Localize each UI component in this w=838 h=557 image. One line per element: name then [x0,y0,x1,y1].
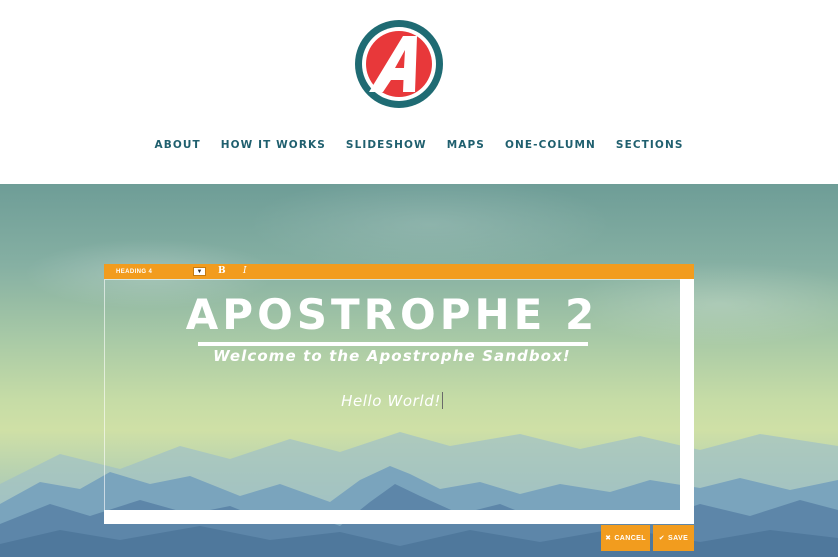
editor-toolbar: HEADING 4 ▼ B I [104,264,694,279]
page-title[interactable]: APOSTROPHE 2 [104,290,680,339]
save-label: SAVE [668,534,689,542]
main-nav: ABOUT HOW IT WORKS SLIDESHOW MAPS ONE-CO… [0,136,838,154]
nav-sections[interactable]: SECTIONS [616,136,684,154]
body-text: Hello World! [341,392,441,410]
nav-one-column[interactable]: ONE-COLUMN [505,136,596,154]
nav-maps[interactable]: MAPS [447,136,485,154]
x-icon: ✖ [605,535,612,542]
title-underline [198,342,588,346]
cancel-button[interactable]: ✖ CANCEL [601,525,650,551]
cancel-label: CANCEL [614,534,646,542]
apostrophe-logo[interactable] [353,18,445,110]
page-subtitle[interactable]: Welcome to the Apostrophe Sandbox! [104,347,680,365]
editor-frame-right [680,279,694,524]
nav-slideshow[interactable]: SLIDESHOW [346,136,427,154]
nav-about[interactable]: ABOUT [154,136,200,154]
style-select[interactable]: HEADING 4 ▼ [108,265,208,278]
editor-frame-bottom [104,510,694,524]
save-button[interactable]: ✔ SAVE [653,525,694,551]
editor-body[interactable]: Hello World! [104,392,680,410]
text-caret [441,392,443,409]
check-icon: ✔ [658,535,666,542]
italic-button[interactable]: I [243,264,247,279]
site-header: ABOUT HOW IT WORKS SLIDESHOW MAPS ONE-CO… [0,0,838,184]
nav-how-it-works[interactable]: HOW IT WORKS [221,136,326,154]
chevron-down-icon[interactable]: ▼ [193,267,206,276]
style-select-value: HEADING 4 [116,268,153,275]
bold-button[interactable]: B [218,264,226,279]
